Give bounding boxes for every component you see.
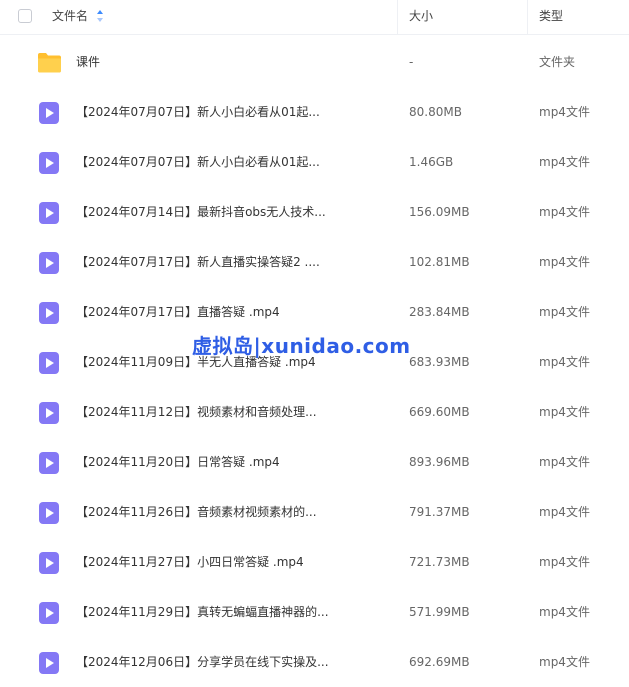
file-name: 【2024年11月12日】视频素材和音频处理... (76, 405, 317, 419)
file-row[interactable]: 【2024年11月20日】日常答疑 .mp4 893.96MB mp4文件 (0, 437, 629, 487)
file-name: 【2024年11月26日】音频素材视频素材的... (76, 505, 317, 519)
select-all-checkbox[interactable] (18, 9, 32, 23)
file-size: 683.93MB (409, 355, 470, 369)
video-file-icon (39, 602, 59, 624)
video-file-icon (39, 252, 59, 274)
file-size: 721.73MB (409, 555, 470, 569)
video-file-icon (39, 552, 59, 574)
file-name: 【2024年07月07日】新人小白必看从01起... (76, 105, 320, 119)
file-size: 283.84MB (409, 305, 470, 319)
video-file-icon (39, 202, 59, 224)
file-size: 1.46GB (409, 155, 454, 169)
file-name: 【2024年11月20日】日常答疑 .mp4 (76, 455, 280, 469)
column-divider (527, 0, 528, 34)
video-file-icon (39, 302, 59, 324)
folder-name: 课件 (76, 55, 101, 69)
file-name: 【2024年12月06日】分享学员在线下实操及... (76, 655, 329, 669)
file-list-header: 文件名 大小 类型 (0, 0, 629, 35)
file-row[interactable]: 【2024年07月07日】新人小白必看从01起... 1.46GB mp4文件 (0, 137, 629, 187)
file-size: 80.80MB (409, 105, 462, 119)
file-row[interactable]: 【2024年11月27日】小四日常答疑 .mp4 721.73MB mp4文件 (0, 537, 629, 587)
file-size: 692.69MB (409, 655, 470, 669)
file-row[interactable]: 【2024年11月29日】真转无蝙蝠直播神器的... 571.99MB mp4文件 (0, 587, 629, 637)
file-size: 669.60MB (409, 405, 470, 419)
video-file-icon (39, 652, 59, 674)
file-name: 【2024年07月17日】新人直播实操答疑2 .... (76, 255, 320, 269)
file-type: mp4文件 (539, 655, 590, 669)
file-name: 【2024年07月17日】直播答疑 .mp4 (76, 305, 280, 319)
file-type: mp4文件 (539, 555, 590, 569)
column-divider (397, 0, 398, 34)
file-size: 571.99MB (409, 605, 470, 619)
file-row[interactable]: 【2024年07月07日】新人小白必看从01起... 80.80MB mp4文件 (0, 87, 629, 137)
file-row[interactable]: 【2024年12月06日】分享学员在线下实操及... 692.69MB mp4文件 (0, 637, 629, 687)
folder-icon (38, 53, 61, 73)
video-file-icon (39, 352, 59, 374)
folder-size: - (409, 55, 414, 69)
file-row[interactable]: 【2024年11月12日】视频素材和音频处理... 669.60MB mp4文件 (0, 387, 629, 437)
file-row[interactable]: 【2024年07月14日】最新抖音obs无人技术... 156.09MB mp4文件 (0, 187, 629, 237)
folder-row[interactable]: 课件 - 文件夹 (0, 37, 629, 87)
column-header-type[interactable]: 类型 (539, 0, 563, 34)
file-type: mp4文件 (539, 305, 590, 319)
video-file-icon (39, 402, 59, 424)
folder-type: 文件夹 (539, 55, 576, 69)
video-file-icon (39, 152, 59, 174)
file-type: mp4文件 (539, 355, 590, 369)
watermark: 虚拟岛|xunidao.com (192, 334, 411, 358)
column-header-name[interactable]: 文件名 (52, 0, 88, 34)
file-type: mp4文件 (539, 505, 590, 519)
sort-icon[interactable] (96, 9, 104, 23)
file-type: mp4文件 (539, 605, 590, 619)
file-size: 791.37MB (409, 505, 470, 519)
file-row[interactable]: 【2024年07月17日】直播答疑 .mp4 283.84MB mp4文件 (0, 287, 629, 337)
column-header-size[interactable]: 大小 (409, 0, 433, 34)
video-file-icon (39, 502, 59, 524)
file-name: 【2024年07月14日】最新抖音obs无人技术... (76, 205, 326, 219)
file-size: 156.09MB (409, 205, 470, 219)
file-type: mp4文件 (539, 405, 590, 419)
video-file-icon (39, 102, 59, 124)
file-name: 【2024年07月07日】新人小白必看从01起... (76, 155, 320, 169)
file-size: 893.96MB (409, 455, 470, 469)
file-type: mp4文件 (539, 155, 590, 169)
file-row[interactable]: 【2024年11月26日】音频素材视频素材的... 791.37MB mp4文件 (0, 487, 629, 537)
file-row[interactable]: 【2024年07月17日】新人直播实操答疑2 .... 102.81MB mp4文件 (0, 237, 629, 287)
file-name: 【2024年11月29日】真转无蝙蝠直播神器的... (76, 605, 329, 619)
file-type: mp4文件 (539, 205, 590, 219)
file-type: mp4文件 (539, 105, 590, 119)
video-file-icon (39, 452, 59, 474)
file-type: mp4文件 (539, 455, 590, 469)
file-type: mp4文件 (539, 255, 590, 269)
file-size: 102.81MB (409, 255, 470, 269)
file-name: 【2024年11月27日】小四日常答疑 .mp4 (76, 555, 304, 569)
